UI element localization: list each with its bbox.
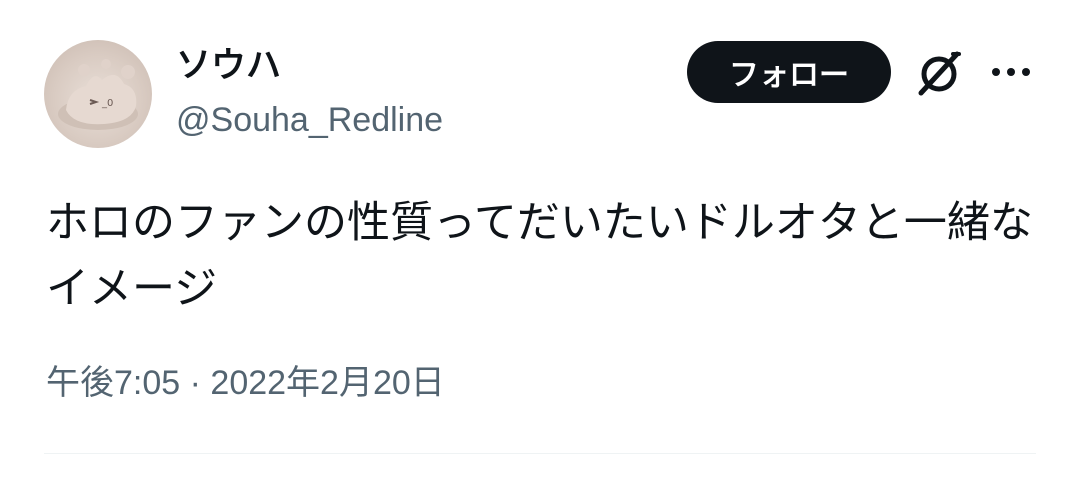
follow-button[interactable]: フォロー xyxy=(687,41,891,103)
grok-icon[interactable] xyxy=(913,47,965,99)
tweet-time[interactable]: 午後7:05 xyxy=(46,358,180,408)
avatar[interactable]: _0 xyxy=(44,40,152,148)
author-handle[interactable]: @Souha_Redline xyxy=(176,96,443,144)
meta-separator: · xyxy=(180,364,211,402)
author-display-name[interactable]: ソウハ xyxy=(176,40,281,92)
svg-text:_0: _0 xyxy=(101,98,113,109)
more-icon[interactable] xyxy=(990,57,1032,87)
tweet-date[interactable]: 2022年2月20日 xyxy=(210,358,444,408)
avatar-image: _0 xyxy=(58,59,138,130)
divider xyxy=(44,453,1036,454)
tweet-text: ホロのファンの性質ってだいたいドルオタと一緒なイメージ xyxy=(46,198,1033,314)
tweet-timestamp[interactable]: 午後7:05 · 2022年2月20日 xyxy=(46,358,445,408)
